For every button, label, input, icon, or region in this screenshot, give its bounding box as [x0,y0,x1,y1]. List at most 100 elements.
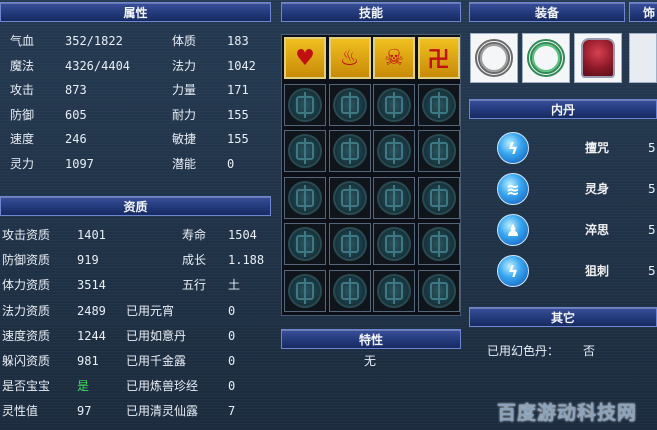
heart-skill-icon: ♥ [295,45,315,71]
equipment-header: 装备 [469,2,625,22]
skill-slot-empty[interactable] [328,83,371,126]
inner-dan-orb-icon[interactable]: ϟ [497,255,529,287]
equipment-slot-silver-ring[interactable] [470,33,518,83]
empty-slot-emblem-icon [377,180,411,215]
aptitude-label: 攻击资质 [2,228,51,242]
skills-header: 技能 [281,2,461,22]
aptitude-header: 资质 [0,196,271,216]
skill-slot-empty[interactable] [417,176,460,219]
skill-slot-empty[interactable] [373,130,415,172]
skill-slot[interactable]: ♥ [284,37,326,79]
aptitude-label: 成长 [182,253,207,268]
recolor-pill-label: 已用幻色丹： [487,344,560,358]
inner-dan-name: 灵身 [585,182,610,196]
aptitude-value: 1401 [77,228,106,242]
aptitude-value: 1504 [228,228,257,242]
equipment-slot-accessory[interactable] [629,33,657,83]
skill-slot-empty[interactable] [373,269,415,312]
empty-slot-emblem-icon [421,87,456,122]
attr-value: 183 [227,34,249,48]
attr-label: 速度 [10,132,35,146]
equipment-slot-armor[interactable] [574,33,622,83]
attr-label: 耐力 [172,107,197,122]
empty-slot-emblem-icon [421,180,456,215]
skill-slot-empty[interactable] [284,223,326,265]
attr-value: 605 [65,107,87,122]
aptitude-label: 躲闪资质 [2,354,51,368]
other-header: 其它 [469,307,657,327]
attr-label: 法力 [172,58,197,73]
attr-value: 0 [227,156,235,171]
watermark: 百度游动科技网 [497,402,638,424]
skill-grid: ♥ ♨ ☠ 卍 [281,34,461,316]
aptitude-value: 7 [228,404,236,419]
empty-slot-emblem-icon [332,87,367,122]
jade-ring-icon [527,39,565,77]
aptitude-label: 五行 [182,278,207,293]
attr-label: 潜能 [172,156,197,171]
skill-slot-empty[interactable] [417,223,460,265]
inner-dan-orb-icon[interactable]: ≋ [497,173,529,205]
empty-slot-emblem-icon [377,134,411,168]
skill-slot[interactable]: ♨ [328,37,371,79]
silver-ring-icon [475,39,513,77]
skill-slot-empty[interactable] [328,130,371,172]
skill-slot-empty[interactable] [373,176,415,219]
attr-label: 敏捷 [172,132,197,146]
aptitude-value: 土 [228,278,241,293]
armor-icon [581,38,615,78]
aptitude-label: 速度资质 [2,328,51,343]
empty-slot-emblem-icon [421,134,456,168]
aptitude-label: 已用清灵仙露 [126,404,199,419]
skill-slot[interactable]: 卍 [417,37,460,79]
skill-slot-empty[interactable] [328,223,371,265]
empty-slot-emblem-icon [332,180,367,215]
attr-label: 防御 [10,107,35,122]
skill-slot-empty[interactable] [328,269,371,312]
inner-dan-orb-icon[interactable]: ϟ [497,132,529,164]
aptitude-value: 0 [228,379,236,394]
recolor-pill-value: 否 [583,344,596,358]
skill-slot-empty[interactable] [373,223,415,265]
skill-slot[interactable]: ☠ [373,37,415,79]
skill-slot-empty[interactable] [373,83,415,126]
aptitude-label: 已用炼兽珍经 [126,379,199,394]
aptitude-value: 919 [77,253,99,268]
aptitude-label: 已用千金露 [126,354,187,368]
attr-label: 气血 [10,34,35,48]
aptitude-label: 已用如意丹 [126,328,187,343]
attr-label: 灵力 [10,156,35,171]
aptitude-value: 0 [228,354,236,368]
skill-slot-empty[interactable] [328,176,371,219]
inner-dan-name: 擅咒 [585,141,610,155]
accessory-header: 饰 [629,2,657,22]
aptitude-label: 防御资质 [2,253,51,268]
empty-slot-emblem-icon [288,134,322,168]
skill-slot-empty[interactable] [284,176,326,219]
skill-slot-empty[interactable] [417,83,460,126]
aptitude-label: 法力资质 [2,303,51,318]
empty-slot-emblem-icon [332,134,367,168]
inner-dan-orb-icon[interactable]: ♟ [497,214,529,246]
attributes-header: 属性 [0,2,271,22]
skill-slot-empty[interactable] [417,130,460,172]
equipment-slot-jade-ring[interactable] [522,33,570,83]
attr-value: 1042 [227,58,256,73]
skill-slot-empty[interactable] [284,130,326,172]
skill-slot-empty[interactable] [284,83,326,126]
empty-slot-emblem-icon [377,87,411,122]
inner-dan-name: 淬思 [585,223,610,237]
inner-dan-level: 5 [648,182,656,196]
inner-dan-name: 狙刺 [585,264,610,278]
aptitude-value: 2489 [77,303,106,318]
aptitude-value: 981 [77,354,99,368]
skill-slot-empty[interactable] [417,269,460,312]
skill-slot-empty[interactable] [284,269,326,312]
attr-value: 246 [65,132,87,146]
attr-value: 4326/4404 [65,58,131,73]
inner-dan-header: 内丹 [469,99,657,119]
attr-label: 力量 [172,83,197,97]
empty-slot-emblem-icon [332,273,367,308]
aptitude-label: 是否宝宝 [2,379,51,394]
aptitude-value: 1.188 [228,253,265,268]
